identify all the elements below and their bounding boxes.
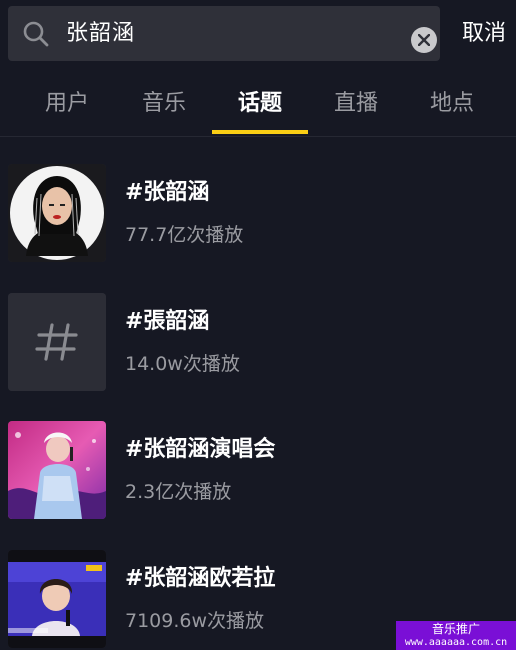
- watermark-url: www.aaaaaa.com.cn: [404, 637, 508, 648]
- tab-places[interactable]: 地点: [404, 74, 500, 134]
- cancel-button[interactable]: 取消: [462, 12, 516, 56]
- tab-bar: 用户 音乐 话题 直播 地点: [0, 74, 516, 137]
- tab-live[interactable]: 直播: [308, 74, 404, 134]
- hashtag-icon: [8, 293, 106, 391]
- topic-title: #張韶涵: [125, 309, 210, 334]
- watermark-title: 音乐推广: [431, 622, 480, 636]
- hashtag-thumbnail: [8, 293, 106, 391]
- tab-topics[interactable]: 话题: [212, 74, 308, 134]
- search-input[interactable]: 张韶涵: [66, 14, 135, 53]
- concert-thumbnail: [8, 421, 106, 519]
- topic-item-1[interactable]: #张韶涵 77.7亿次播放: [8, 164, 508, 262]
- topic-play-count: 77.7亿次播放: [125, 224, 244, 246]
- topic-title: #张韶涵演唱会: [125, 437, 276, 462]
- search-icon: [22, 20, 50, 48]
- tab-music[interactable]: 音乐: [116, 74, 212, 134]
- topic-play-count: 2.3亿次播放: [125, 481, 232, 503]
- watermark-badge: 音乐推广 www.aaaaaa.com.cn: [396, 621, 516, 650]
- topic-item-3[interactable]: #张韶涵演唱会 2.3亿次播放: [8, 421, 508, 519]
- topic-title: #张韶涵欧若拉: [125, 566, 276, 591]
- topic-play-count: 14.0w次播放: [125, 353, 240, 375]
- tab-users[interactable]: 用户: [19, 74, 115, 134]
- clear-icon[interactable]: [411, 27, 437, 53]
- active-tab-indicator: [212, 130, 308, 134]
- search-bar[interactable]: 张韶涵: [8, 6, 440, 61]
- portrait-thumbnail: [8, 164, 106, 262]
- stage-thumbnail: [8, 550, 106, 648]
- topic-item-2[interactable]: #張韶涵 14.0w次播放: [8, 293, 508, 391]
- topic-play-count: 7109.6w次播放: [125, 610, 265, 632]
- topic-title: #张韶涵: [125, 180, 210, 205]
